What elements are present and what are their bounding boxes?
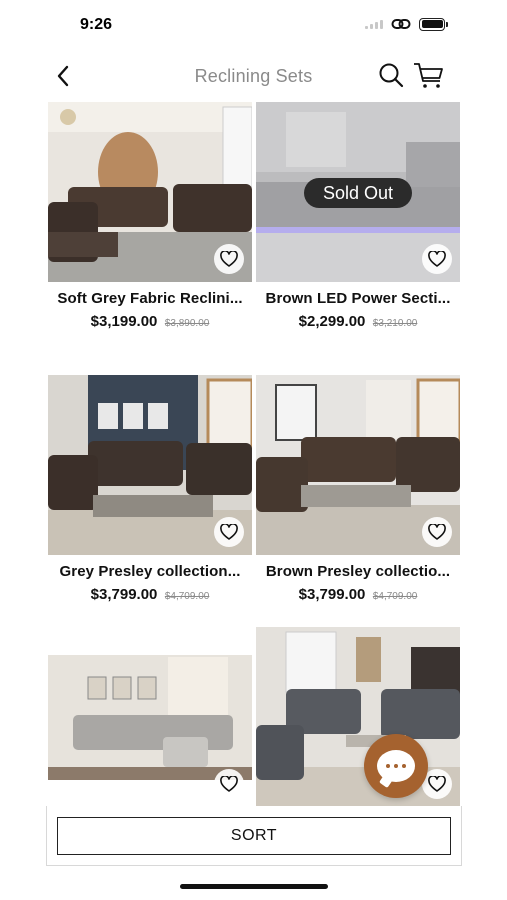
product-image[interactable]: Sold Out [256, 102, 460, 282]
product-card[interactable] [48, 627, 252, 807]
product-prices: $3,199.00 $3,890.00 [48, 313, 252, 331]
home-indicator[interactable] [180, 884, 328, 889]
product-image[interactable] [48, 375, 252, 555]
status-bar: 9:26 [0, 0, 507, 50]
product-name[interactable]: Grey Presley collection... [48, 563, 252, 580]
product-image[interactable] [256, 627, 460, 807]
product-card[interactable]: Grey Presley collection... $3,799.00 $4,… [48, 375, 252, 604]
heart-icon [428, 251, 446, 267]
product-image[interactable] [256, 375, 460, 555]
heart-icon [220, 251, 238, 267]
search-button[interactable] [376, 60, 406, 90]
product-name[interactable]: Brown Presley collectio... [256, 563, 460, 580]
chat-button[interactable] [364, 734, 428, 798]
heart-icon [428, 776, 446, 792]
product-old-price: $3,890.00 [164, 318, 210, 329]
product-price: $3,199.00 [90, 313, 158, 330]
product-name[interactable]: Soft Grey Fabric Reclini... [48, 290, 252, 307]
product-price: $2,299.00 [298, 313, 366, 330]
cart-icon [414, 63, 443, 88]
favorite-button[interactable] [214, 517, 244, 547]
heart-icon [220, 524, 238, 540]
product-image[interactable] [48, 102, 252, 282]
cart-button[interactable] [412, 60, 446, 90]
product-prices: $2,299.00 $3,210.00 [256, 313, 460, 331]
signal-icon [365, 19, 383, 29]
sort-bar: SORT [46, 806, 462, 866]
favorite-button[interactable] [214, 244, 244, 274]
product-prices: $3,799.00 $4,709.00 [256, 586, 460, 604]
chat-icon [377, 750, 415, 782]
sort-button[interactable]: SORT [57, 817, 451, 855]
link-icon [391, 19, 411, 29]
heart-icon [220, 776, 238, 792]
nav-bar: Reclining Sets [0, 54, 507, 98]
product-card[interactable]: Soft Grey Fabric Reclini... $3,199.00 $3… [48, 102, 252, 331]
status-time: 9:26 [80, 16, 113, 33]
sold-out-badge: Sold Out [304, 178, 412, 208]
favorite-button[interactable] [214, 769, 244, 799]
search-icon [379, 63, 404, 88]
product-price: $3,799.00 [298, 586, 366, 603]
product-old-price: $4,709.00 [164, 591, 210, 602]
product-old-price: $4,709.00 [372, 591, 418, 602]
product-old-price: $3,210.00 [372, 318, 418, 329]
product-card[interactable] [256, 627, 460, 807]
product-prices: $3,799.00 $4,709.00 [48, 586, 252, 604]
status-icons [365, 17, 448, 31]
product-name[interactable]: Brown LED Power Secti... [256, 290, 460, 307]
product-price: $3,799.00 [90, 586, 158, 603]
favorite-button[interactable] [422, 244, 452, 274]
favorite-button[interactable] [422, 517, 452, 547]
battery-icon [419, 17, 448, 31]
product-card[interactable]: Brown Presley collectio... $3,799.00 $4,… [256, 375, 460, 604]
product-image[interactable] [48, 627, 252, 807]
heart-icon [428, 524, 446, 540]
product-card[interactable]: Sold Out Brown LED Power Secti... $2,299… [256, 102, 460, 331]
